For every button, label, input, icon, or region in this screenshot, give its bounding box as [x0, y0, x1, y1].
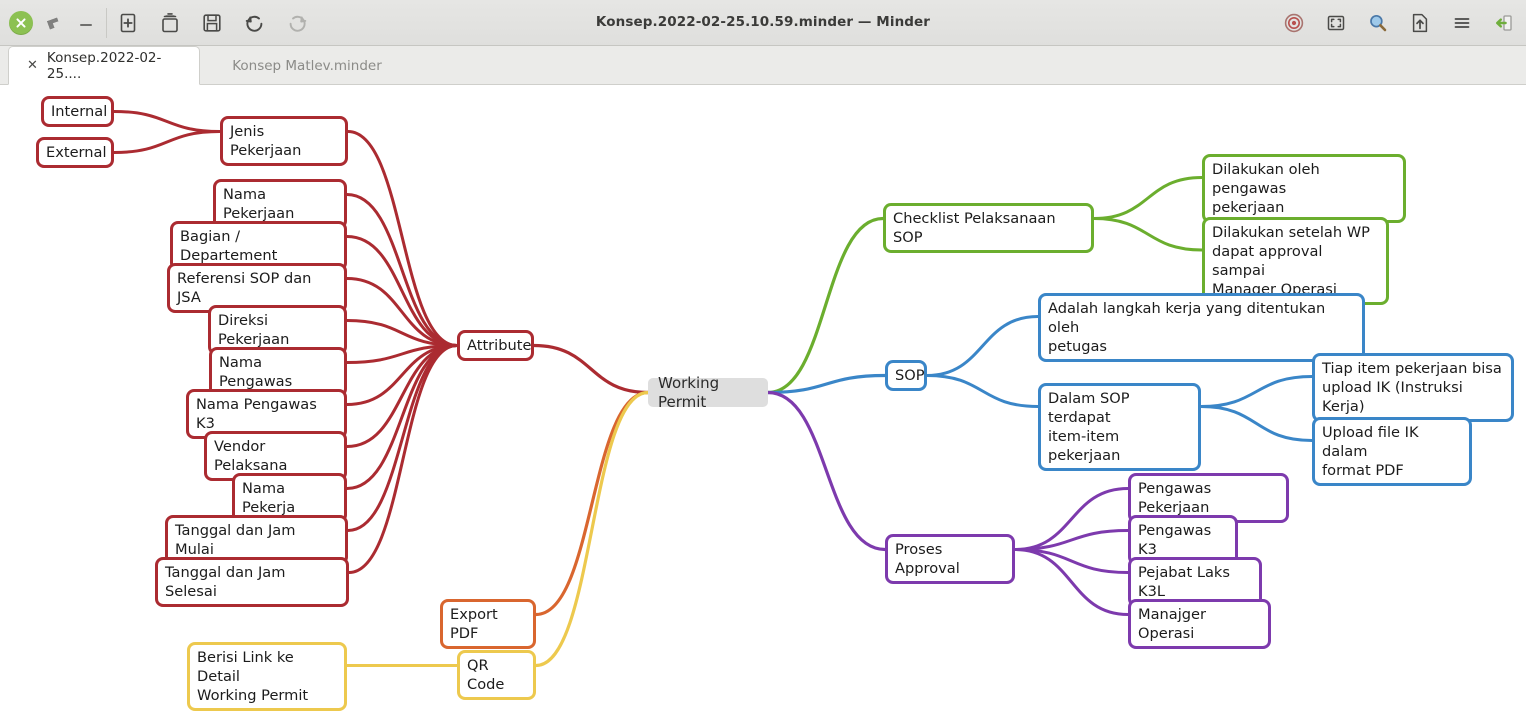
tab-konsep-2022-02-25[interactable]: ✕ Konsep.2022-02-25.... [8, 46, 200, 85]
mindmap-node-qrcode[interactable]: QR Code [457, 650, 536, 700]
export-button[interactable] [1408, 11, 1432, 35]
zoom-fit-button[interactable] [1324, 11, 1348, 35]
sidebar-toggle-button[interactable] [1492, 11, 1516, 35]
mindmap-node-approval[interactable]: Proses Approval [885, 534, 1015, 584]
mindmap-node-b4[interactable]: Upload file IK dalam format PDF [1312, 417, 1472, 486]
mindmap-node-internal[interactable]: Internal [41, 96, 114, 127]
mindmap-node-attribute[interactable]: Attribute [457, 330, 534, 361]
mindmap-node-qrdetail[interactable]: Berisi Link ke Detail Working Permit [187, 642, 347, 711]
target-icon [1282, 11, 1306, 35]
show-sidebar-arrow-icon [1492, 11, 1516, 35]
fit-to-screen-icon [1324, 11, 1348, 35]
mindmap-node-p4[interactable]: Manajger Operasi [1128, 599, 1271, 649]
mindmap-node-sop[interactable]: SOP [885, 360, 927, 391]
mindmap-node-g2[interactable]: Dilakukan setelah WP dapat approval samp… [1202, 217, 1389, 305]
tab-konsep-matlev[interactable]: Konsep Matlev.minder [208, 46, 406, 85]
title-bar: Konsep.2022-02-25.10.59.minder — Minder [0, 0, 1526, 46]
search-button[interactable] [1366, 11, 1390, 35]
mindmap-node-b2[interactable]: Dalam SOP terdapat item-item pekerjaan [1038, 383, 1201, 471]
mindmap-node-exportpdf[interactable]: Export PDF [440, 599, 536, 649]
tab-bar: ✕ Konsep.2022-02-25.... Konsep Matlev.mi… [0, 46, 1526, 85]
mindmap-node-g1[interactable]: Dilakukan oleh pengawas pekerjaan [1202, 154, 1406, 223]
mindmap-node-b1[interactable]: Adalah langkah kerja yang ditentukan ole… [1038, 293, 1365, 362]
mindmap-node-b3[interactable]: Tiap item pekerjaan bisa upload IK (Inst… [1312, 353, 1514, 422]
mindmap-node-checklist[interactable]: Checklist Pelaksanaan SOP [883, 203, 1094, 253]
hamburger-menu-icon [1450, 11, 1474, 35]
mindmap-node-external[interactable]: External [36, 137, 114, 168]
tab-label: Konsep Matlev.minder [232, 57, 382, 74]
mindmap-node-jenis[interactable]: Jenis Pekerjaan [220, 116, 348, 166]
tab-label: Konsep.2022-02-25.... [46, 49, 162, 82]
mindmap-canvas[interactable]: Working Permit Internal External Jenis Peke… [0, 85, 1526, 725]
focus-mode-button[interactable] [1282, 11, 1306, 35]
magnifier-icon [1366, 11, 1390, 35]
menu-button[interactable] [1450, 11, 1474, 35]
tab-close-icon[interactable]: ✕ [27, 59, 38, 72]
mindmap-root-node[interactable]: Working Permit [648, 374, 768, 411]
export-file-icon [1408, 11, 1432, 35]
mindmap-node-a10[interactable]: Tanggal dan Jam Selesai [155, 557, 349, 607]
